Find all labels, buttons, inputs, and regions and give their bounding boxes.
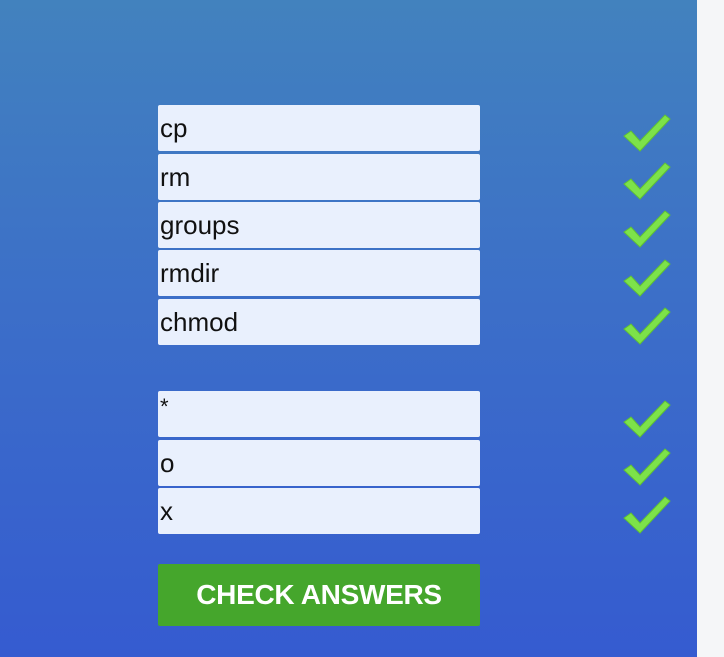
answer-input-7[interactable] [158,440,480,486]
checkmark-icon [623,114,671,152]
answer-input-3[interactable] [158,202,480,248]
check-answers-button[interactable]: CHECK ANSWERS [158,564,480,626]
checkmark-icon [623,162,671,200]
answer-input-5[interactable] [158,299,480,345]
checkmark-icon [623,400,671,438]
checkmark-icon [623,496,671,534]
answer-input-2[interactable] [158,154,480,200]
checkmark-icon [623,259,671,297]
checkmark-icon [623,448,671,486]
answer-input-6[interactable] [158,391,480,437]
checkmark-icon [623,307,671,345]
answer-input-1[interactable] [158,105,480,151]
answer-input-4[interactable] [158,250,480,296]
quiz-panel: CHECK ANSWERS [0,0,697,657]
answer-input-8[interactable] [158,488,480,534]
checkmark-icon [623,210,671,248]
page: CHECK ANSWERS [0,0,724,657]
